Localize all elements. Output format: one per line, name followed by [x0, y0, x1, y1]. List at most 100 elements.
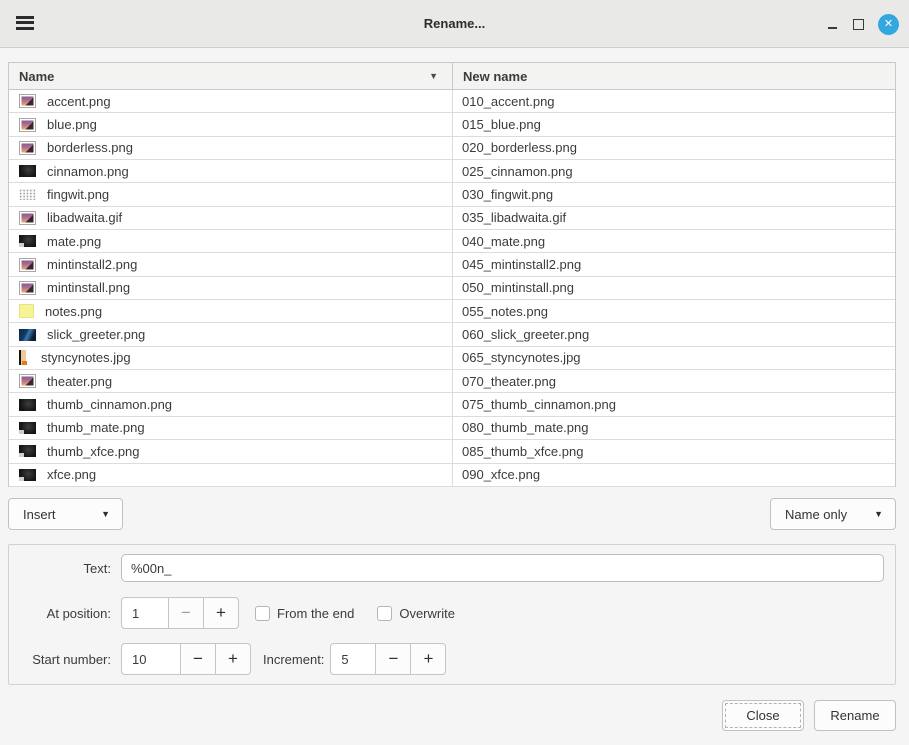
file-name: borderless.png	[47, 140, 133, 155]
maximize-button[interactable]	[853, 19, 864, 30]
file-thumbnail-icon	[19, 445, 36, 457]
chevron-down-icon: ▼	[101, 509, 110, 519]
table-row[interactable]: thumb_xfce.png 085_thumb_xfce.png	[9, 440, 895, 463]
close-icon[interactable]: ✕	[878, 14, 899, 35]
file-name: thumb_mate.png	[47, 420, 145, 435]
insert-dropdown-label: Insert	[23, 507, 56, 522]
file-name: thumb_cinnamon.png	[47, 397, 172, 412]
file-name: mintinstall2.png	[47, 257, 137, 272]
file-new-name: 030_fingwit.png	[462, 187, 553, 202]
table-row[interactable]: slick_greeter.png 060_slick_greeter.png	[9, 323, 895, 346]
insert-options-panel: Text: At position: − + From the end Over…	[8, 544, 896, 685]
file-name: theater.png	[47, 374, 112, 389]
table-row[interactable]: cinnamon.png 025_cinnamon.png	[9, 160, 895, 183]
table-row[interactable]: fingwit.png 030_fingwit.png	[9, 183, 895, 206]
file-thumbnail-icon	[19, 235, 36, 247]
at-position-input[interactable]	[121, 597, 169, 629]
table-row[interactable]: accent.png 010_accent.png	[9, 90, 895, 113]
file-thumbnail-icon	[19, 118, 36, 132]
file-new-name: 085_thumb_xfce.png	[462, 444, 583, 459]
at-position-stepper: − +	[121, 597, 239, 629]
start-number-input[interactable]	[121, 643, 181, 675]
table-body: accent.png 010_accent.png blue.png 015_b…	[9, 90, 895, 487]
table-row[interactable]: thumb_mate.png 080_thumb_mate.png	[9, 417, 895, 440]
file-name: fingwit.png	[47, 187, 109, 202]
table-row[interactable]: blue.png 015_blue.png	[9, 113, 895, 136]
from-the-end-checkbox[interactable]	[255, 606, 270, 621]
table-row[interactable]: styncynotes.jpg 065_styncynotes.jpg	[9, 347, 895, 370]
increment-input[interactable]	[330, 643, 376, 675]
file-thumbnail-icon	[19, 399, 36, 411]
file-thumbnail-icon	[19, 94, 36, 108]
titlebar: Rename... ✕	[0, 0, 909, 48]
table-row[interactable]: libadwaita.gif 035_libadwaita.gif	[9, 207, 895, 230]
table-row[interactable]: thumb_cinnamon.png 075_thumb_cinnamon.pn…	[9, 393, 895, 416]
file-new-name: 070_theater.png	[462, 374, 556, 389]
file-name: notes.png	[45, 304, 102, 319]
file-new-name: 025_cinnamon.png	[462, 164, 573, 179]
file-new-name: 015_blue.png	[462, 117, 541, 132]
start-number-label: Start number:	[9, 652, 111, 667]
sort-descending-icon: ▼	[429, 71, 438, 81]
file-thumbnail-icon	[19, 211, 36, 225]
file-thumbnail-icon	[19, 350, 30, 365]
table-row[interactable]: xfce.png 090_xfce.png	[9, 464, 895, 487]
column-header-new-name[interactable]: New name	[453, 63, 895, 89]
file-thumbnail-icon	[19, 281, 36, 295]
file-name: libadwaita.gif	[47, 210, 122, 225]
from-the-end-label: From the end	[277, 606, 354, 621]
file-thumbnail-icon	[19, 422, 36, 434]
text-input[interactable]	[121, 554, 884, 582]
close-button[interactable]: Close	[722, 700, 804, 731]
column-name-label: Name	[19, 69, 54, 84]
increment-label: Increment:	[263, 652, 324, 667]
file-name: cinnamon.png	[47, 164, 129, 179]
window-title: Rename...	[0, 0, 909, 48]
file-name: xfce.png	[47, 467, 96, 482]
file-name: styncynotes.jpg	[41, 350, 131, 365]
scope-dropdown[interactable]: Name only ▼	[770, 498, 896, 530]
table-row[interactable]: mintinstall.png 050_mintinstall.png	[9, 277, 895, 300]
plus-icon[interactable]: +	[203, 597, 239, 629]
start-number-stepper: − +	[121, 643, 251, 675]
minimize-button[interactable]	[828, 19, 839, 30]
file-name: accent.png	[47, 94, 111, 109]
column-new-name-label: New name	[463, 69, 527, 84]
overwrite-checkbox[interactable]	[377, 606, 392, 621]
table-row[interactable]: borderless.png 020_borderless.png	[9, 137, 895, 160]
file-thumbnail-icon	[19, 304, 34, 318]
file-new-name: 020_borderless.png	[462, 140, 577, 155]
table-row[interactable]: notes.png 055_notes.png	[9, 300, 895, 323]
column-header-name[interactable]: Name ▼	[9, 63, 453, 89]
file-name: slick_greeter.png	[47, 327, 145, 342]
rename-button[interactable]: Rename	[814, 700, 896, 731]
file-new-name: 045_mintinstall2.png	[462, 257, 581, 272]
increment-stepper: − +	[330, 643, 446, 675]
scope-dropdown-label: Name only	[785, 507, 847, 522]
minus-icon[interactable]: −	[168, 597, 204, 629]
file-new-name: 090_xfce.png	[462, 467, 540, 482]
minus-icon[interactable]: −	[180, 643, 216, 675]
minus-icon[interactable]: −	[375, 643, 411, 675]
file-new-name: 080_thumb_mate.png	[462, 420, 588, 435]
file-new-name: 060_slick_greeter.png	[462, 327, 589, 342]
table-row[interactable]: mintinstall2.png 045_mintinstall2.png	[9, 253, 895, 276]
file-thumbnail-icon	[19, 329, 36, 341]
plus-icon[interactable]: +	[215, 643, 251, 675]
file-thumbnail-icon	[19, 258, 36, 272]
file-new-name: 050_mintinstall.png	[462, 280, 574, 295]
plus-icon[interactable]: +	[410, 643, 446, 675]
table-row[interactable]: theater.png 070_theater.png	[9, 370, 895, 393]
file-name: blue.png	[47, 117, 97, 132]
text-label: Text:	[9, 561, 111, 576]
file-new-name: 065_styncynotes.jpg	[462, 350, 581, 365]
insert-dropdown[interactable]: Insert ▼	[8, 498, 123, 530]
file-thumbnail-icon	[19, 165, 36, 177]
table-row[interactable]: mate.png 040_mate.png	[9, 230, 895, 253]
rename-preview-table: Name ▼ New name accent.png 010_accent.pn…	[8, 62, 896, 487]
table-header: Name ▼ New name	[9, 63, 895, 90]
file-name: thumb_xfce.png	[47, 444, 140, 459]
file-new-name: 010_accent.png	[462, 94, 555, 109]
at-position-label: At position:	[9, 606, 111, 621]
file-new-name: 075_thumb_cinnamon.png	[462, 397, 616, 412]
